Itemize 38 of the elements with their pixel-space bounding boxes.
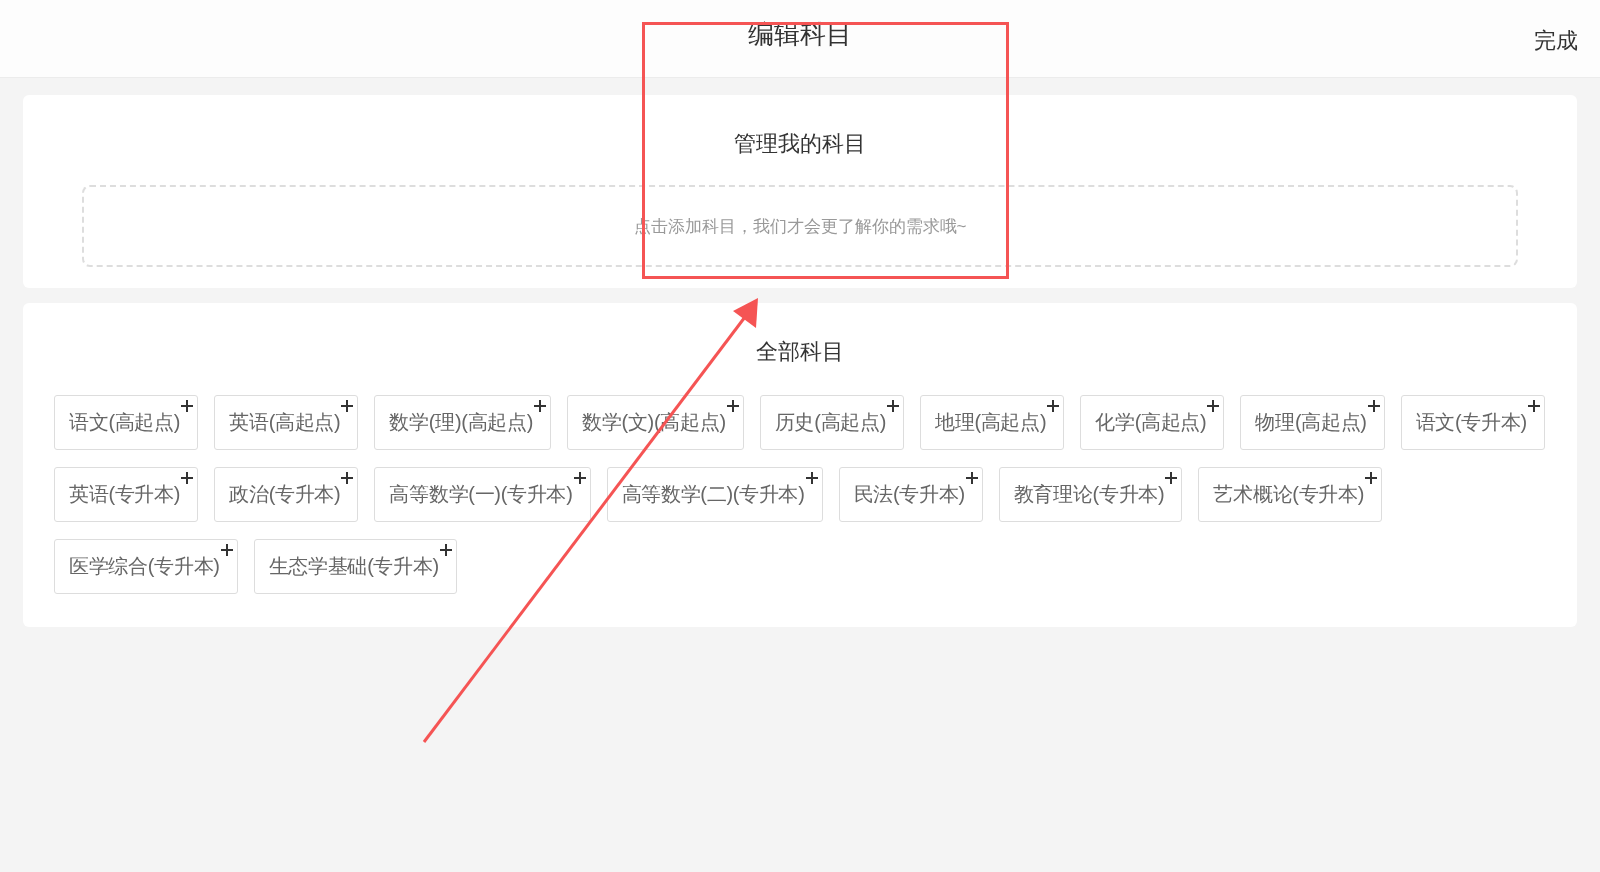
plus-icon — [180, 399, 195, 413]
subject-tag[interactable]: 医学综合(专升本) — [54, 539, 238, 594]
plus-icon — [1206, 399, 1221, 413]
subject-tag[interactable]: 艺术概论(专升本) — [1198, 467, 1383, 522]
subject-tag[interactable]: 语文(专升本) — [1400, 395, 1545, 450]
plus-icon — [886, 399, 900, 413]
done-button[interactable]: 完成 — [1534, 26, 1578, 56]
subject-tag[interactable]: 生态学基础(专升本) — [253, 539, 457, 594]
subject-tag[interactable]: 英语(高起点) — [214, 395, 359, 450]
subject-tag[interactable]: 教育理论(专升本) — [998, 467, 1183, 522]
subject-tag[interactable]: 政治(专升本) — [214, 467, 359, 522]
plus-icon — [964, 471, 979, 485]
section-title: 管理我的科目 — [734, 130, 866, 158]
subject-tag[interactable]: 历史(高起点) — [759, 395, 904, 450]
subject-tag[interactable]: 英语(专升本) — [54, 467, 199, 522]
subject-tag[interactable]: 语文(高起点) — [54, 395, 199, 450]
plus-icon — [219, 543, 234, 557]
plus-icon — [1046, 399, 1061, 413]
plus-icon — [1364, 471, 1379, 485]
plus-icon — [533, 399, 548, 413]
plus-icon — [340, 471, 355, 485]
plus-icon — [438, 543, 453, 557]
plus-icon — [725, 399, 740, 413]
subject-tag[interactable]: 高等数学(二)(专升本) — [606, 467, 823, 522]
plus-icon — [180, 471, 195, 485]
plus-icon — [572, 471, 587, 485]
subject-tag[interactable]: 物理(高起点) — [1240, 395, 1385, 450]
plus-icon — [1366, 399, 1381, 413]
subject-tag[interactable]: 民法(专升本) — [838, 467, 983, 522]
plus-icon — [1526, 399, 1541, 413]
subject-tag[interactable]: 地理(高起点) — [920, 395, 1065, 450]
subject-tag[interactable]: 数学(理)(高起点) — [374, 395, 552, 450]
plus-icon — [804, 471, 819, 485]
plus-icon — [340, 399, 355, 413]
section-title: 全部科目 — [756, 338, 844, 366]
subject-tag[interactable]: 化学(高起点) — [1080, 395, 1225, 450]
subject-tag[interactable]: 高等数学(一)(专升本) — [374, 467, 591, 522]
plus-icon — [1164, 471, 1179, 485]
